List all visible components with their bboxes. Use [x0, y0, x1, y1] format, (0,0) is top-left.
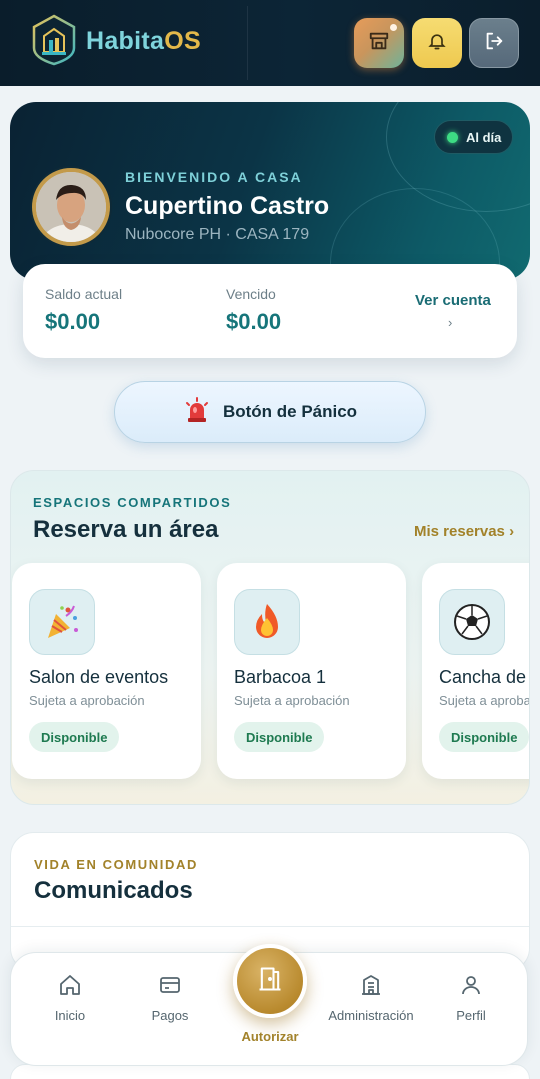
brand-name: HabitaOS — [86, 27, 201, 56]
logout-icon — [483, 30, 505, 57]
availability-badge: Disponible — [439, 722, 529, 752]
space-card-subtitle: Sujeta a aprobación — [29, 693, 145, 708]
nav-label: Inicio — [54, 1008, 86, 1023]
overdue-label: Vencido — [226, 286, 276, 302]
space-card-title: Salon de eventos — [29, 667, 169, 687]
space-card-title: Barbacoa 1 — [234, 667, 327, 687]
overdue-value: $0.00 — [226, 309, 282, 334]
header-divider — [247, 6, 248, 80]
fire-icon — [234, 589, 300, 655]
user-icon — [459, 973, 483, 1002]
panic-button[interactable]: Botón de Pánico — [114, 381, 426, 443]
notifications-button[interactable] — [412, 18, 462, 68]
logout-button[interactable] — [469, 18, 519, 68]
current-balance-label: Saldo actual — [45, 286, 123, 302]
community-title: Comunicados — [34, 877, 193, 904]
home-icon — [58, 973, 82, 1002]
chevron-right-icon[interactable]: › — [448, 315, 452, 330]
status-led — [447, 131, 458, 143]
nav-item-perfil[interactable]: Perfil — [421, 973, 521, 1023]
spaces-title: Reserva un área — [33, 516, 219, 543]
soccer-ball-icon — [439, 589, 505, 655]
siren-icon — [183, 396, 211, 429]
nav-label: Pagos — [151, 1008, 189, 1023]
avatar-photo — [36, 172, 106, 242]
my-reservations-link[interactable]: Mis reservas › — [414, 523, 514, 540]
shared-spaces-section: ESPACIOS COMPARTIDOS Reserva un área Mis… — [10, 470, 530, 805]
nav-item-administracion[interactable]: Administración — [321, 973, 421, 1023]
space-card-title: Cancha de f — [439, 667, 530, 687]
store-button[interactable] — [354, 18, 404, 68]
view-account-link[interactable]: Ver cuenta — [415, 292, 491, 309]
availability-badge: Disponible — [29, 722, 120, 752]
space-card[interactable]: Cancha de f Sujeta a aprobación Disponib… — [422, 563, 530, 779]
nav-item-inicio[interactable]: Inicio — [20, 973, 120, 1023]
nav-label: Perfil — [456, 1008, 486, 1023]
notification-dot — [390, 24, 397, 31]
habitaos-logo — [30, 14, 78, 66]
community-eyebrow: VIDA EN COMUNIDAD — [34, 857, 198, 872]
party-popper-icon — [29, 589, 95, 655]
welcome-eyebrow: BIENVENIDO A CASA — [125, 169, 303, 185]
panic-button-label: Botón de Pánico — [222, 402, 358, 421]
store-icon — [368, 30, 390, 57]
resident-unit: Nubocore PH · CASA 179 — [125, 226, 310, 243]
brand-part-2: OS — [164, 27, 201, 55]
brand-part-1: Habita — [86, 27, 165, 55]
space-card-subtitle: Sujeta a aprobación — [439, 693, 529, 708]
account-status-badge: Al día — [434, 120, 513, 154]
top-bar: HabitaOS — [0, 0, 540, 86]
welcome-hero: Al día BIENVENIDO A CASA Cupertino Castr… — [10, 102, 530, 280]
avatar[interactable] — [30, 166, 112, 248]
space-card-subtitle: Sujeta a aprobación — [234, 693, 350, 708]
balance-card: Saldo actual $0.00 Vencido $0.00 Ver cue… — [23, 264, 517, 358]
section-divider — [11, 926, 529, 927]
card-icon — [158, 973, 182, 1002]
nav-item-pagos[interactable]: Pagos — [120, 973, 220, 1023]
account-status-text: Al día — [466, 129, 502, 145]
door-icon — [256, 965, 284, 998]
space-card[interactable]: Salon de eventos Sujeta a aprobación Dis… — [12, 563, 201, 779]
space-card[interactable]: Barbacoa 1 Sujeta a aprobación Disponibl… — [217, 563, 406, 779]
nav-label: Administración — [328, 1008, 414, 1023]
next-section-peek — [10, 1064, 530, 1079]
availability-badge: Disponible — [234, 722, 325, 752]
bell-icon — [427, 31, 447, 56]
building-icon — [359, 973, 383, 1002]
authorize-label[interactable]: Autorizar — [220, 1029, 320, 1044]
resident-name: Cupertino Castro — [125, 192, 330, 220]
spaces-eyebrow: ESPACIOS COMPARTIDOS — [33, 495, 232, 510]
current-balance-value: $0.00 — [45, 309, 101, 334]
authorize-button[interactable] — [233, 944, 307, 1018]
